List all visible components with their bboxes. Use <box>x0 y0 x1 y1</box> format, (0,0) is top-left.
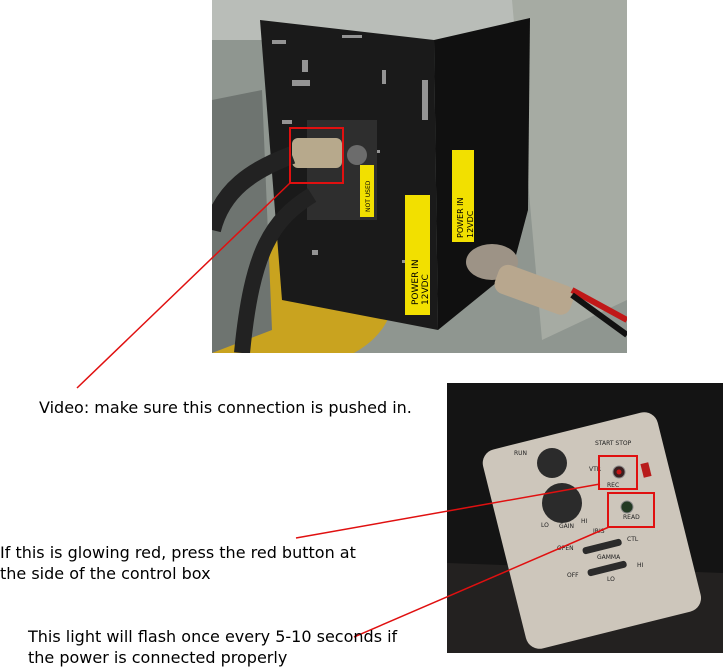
read-indicator-light <box>620 500 634 514</box>
flash-light-caption: This light will flash once every 5-10 se… <box>28 627 398 667</box>
run-text: RUN <box>514 450 527 457</box>
gamma-text: GAMMA <box>597 554 621 561</box>
open-text: OPEN <box>557 545 574 552</box>
ctl-text: CTL <box>627 536 639 543</box>
video-connection-caption: Video: make sure this connection is push… <box>39 398 412 417</box>
off-text: OFF <box>567 572 579 579</box>
hi-text: HI <box>581 518 588 525</box>
video-bnc-connector <box>292 138 342 168</box>
control-box-photo: RUN START STOP VTR REC READ LO GAIN HI I… <box>447 383 723 653</box>
camera-box-photo: NOT USED POWER IN12VDC POWER IN12VDC <box>212 0 627 353</box>
gamma-hi-text: HI <box>637 562 644 569</box>
start-stop-text: START STOP <box>595 440 632 447</box>
glowing-red-caption: If this is glowing red, press the red bu… <box>0 543 356 583</box>
rec-text: REC <box>607 482 619 489</box>
gain-text: GAIN <box>559 523 574 530</box>
lo-text: LO <box>541 522 549 529</box>
not-used-text: NOT USED <box>365 180 372 212</box>
iris-text: IRIS <box>593 528 605 535</box>
gamma-lo-text: LO <box>607 576 615 583</box>
read-text: READ <box>623 514 640 521</box>
